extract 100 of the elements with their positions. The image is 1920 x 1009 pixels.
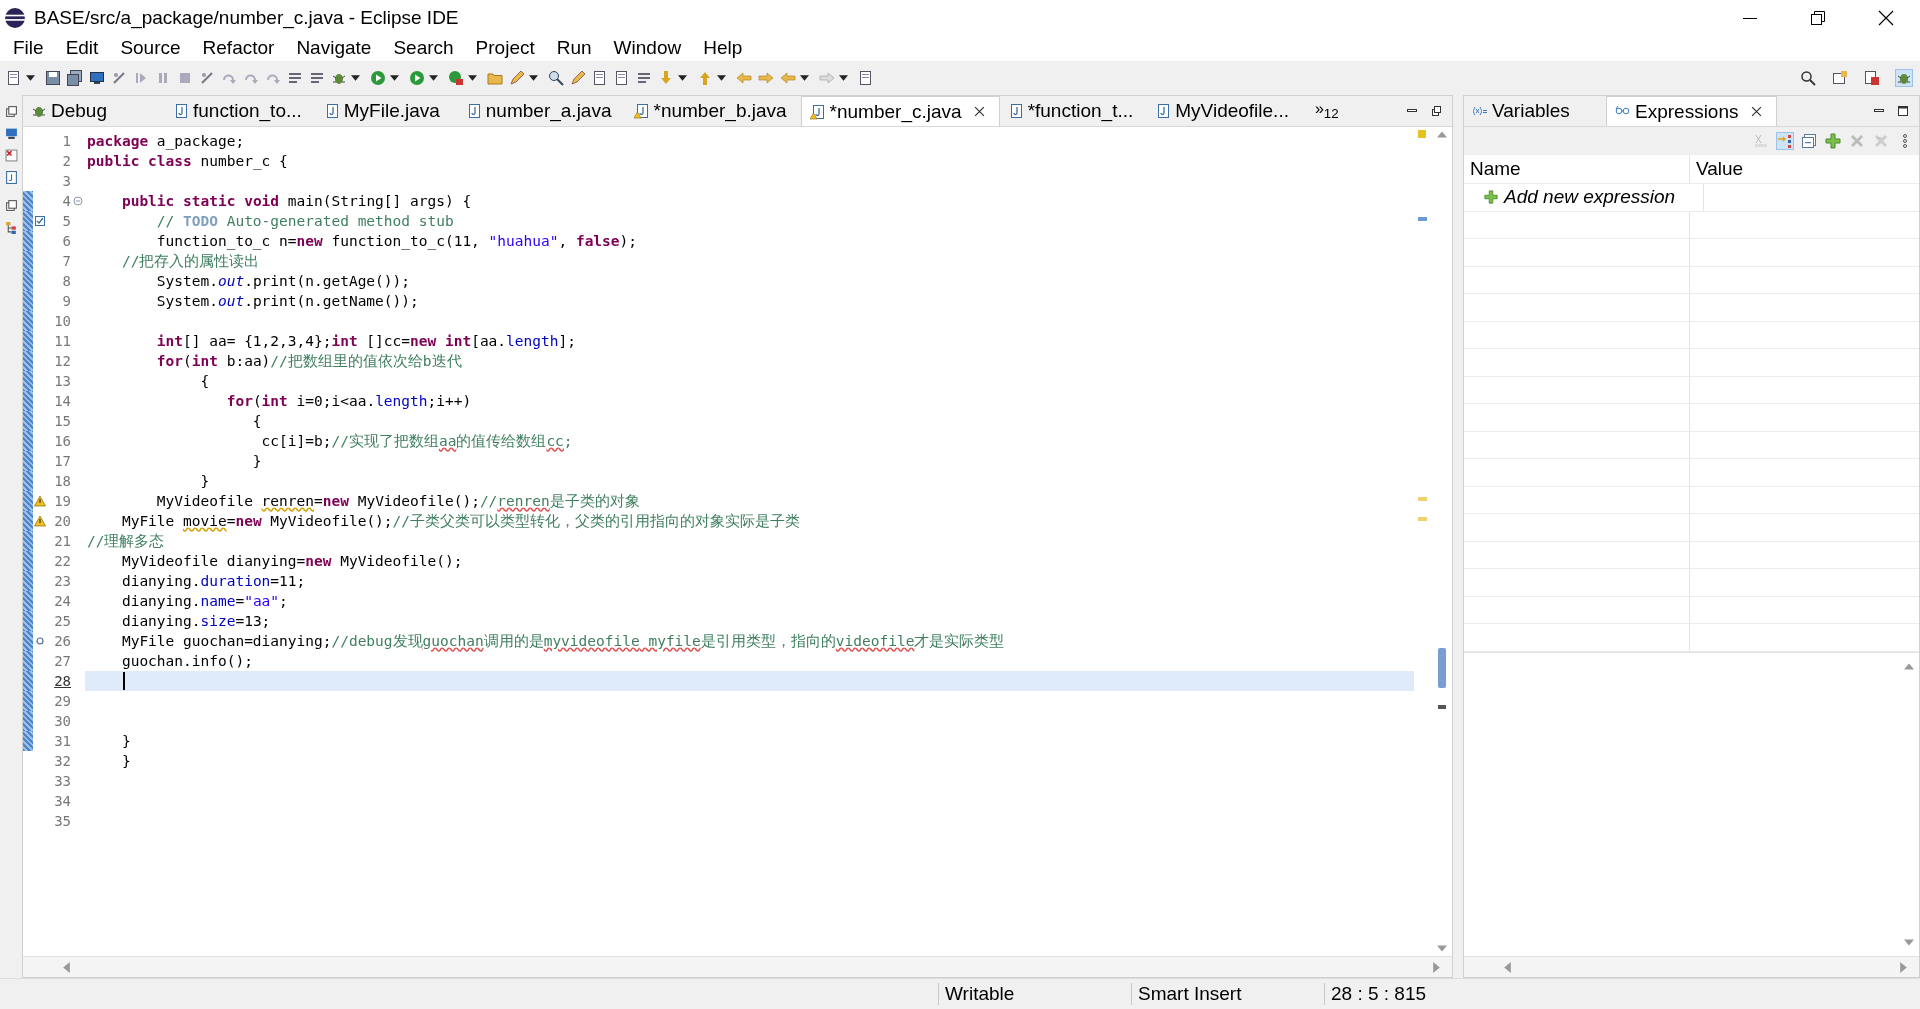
code-line: dianying.size=13; — [120, 612, 271, 631]
menu-item[interactable]: Project — [464, 37, 546, 59]
scrollbar-thumb[interactable] — [1438, 648, 1446, 688]
editor-tab[interactable]: Debug — [23, 96, 165, 126]
java-file-warning-icon — [809, 103, 826, 120]
view-tab[interactable]: Variables — [1464, 96, 1606, 126]
editor-tab[interactable]: *number_c.java — [800, 96, 1000, 126]
code-line: } — [120, 732, 131, 751]
line-number: 12 — [53, 353, 71, 369]
breakpoints-icon[interactable] — [4, 149, 18, 162]
menu-item[interactable]: Source — [109, 37, 192, 59]
warning-marker[interactable] — [1418, 130, 1426, 138]
monitor-icon[interactable] — [89, 70, 105, 86]
open-perspective-icon[interactable] — [1832, 70, 1848, 86]
scroll-up-icon[interactable] — [1437, 131, 1447, 138]
menu-item[interactable]: Edit — [54, 37, 110, 59]
occurrence-marker[interactable] — [1418, 517, 1427, 521]
scroll-right-icon[interactable] — [1433, 961, 1440, 973]
caret-icon[interactable] — [800, 75, 809, 81]
code-line: dianying.name="aa"; — [120, 592, 288, 611]
scroll-left-icon[interactable] — [63, 961, 70, 973]
debug-perspective-icon[interactable] — [1896, 70, 1912, 86]
menu-item[interactable]: Run — [545, 37, 603, 59]
code-line: { — [251, 412, 262, 431]
menu-item[interactable]: Window — [602, 37, 693, 59]
collapse-all-icon[interactable] — [1801, 133, 1817, 149]
editor-tab[interactable]: MyVideofile... — [1147, 96, 1303, 126]
editor-tab[interactable]: *number_b.java — [625, 96, 801, 126]
editor-tab[interactable]: *function_t... — [999, 96, 1148, 126]
editor-tab[interactable]: number_a.java — [457, 96, 626, 126]
task-marker[interactable] — [1418, 217, 1427, 221]
scroll-left-icon[interactable] — [1504, 961, 1511, 973]
line-number: 25 — [53, 613, 71, 629]
line-number: 22 — [53, 553, 71, 569]
coverage-icon[interactable] — [409, 70, 425, 86]
view-tab[interactable]: Expressions — [1606, 96, 1777, 126]
restore-icon[interactable] — [4, 199, 18, 212]
hierarchy-icon[interactable] — [4, 221, 18, 234]
add-expression-row[interactable]: Add new expression — [1464, 184, 1704, 211]
caret-icon[interactable] — [429, 75, 438, 81]
editor-tab[interactable]: function_to... — [165, 96, 316, 126]
column-header[interactable]: Name — [1464, 155, 1690, 183]
close-icon[interactable] — [973, 106, 985, 117]
line-number: 16 — [53, 433, 71, 449]
code-line: //理解多态 — [87, 532, 165, 551]
line-number: 29 — [53, 693, 71, 709]
java-file-icon[interactable] — [4, 171, 18, 184]
close-icon[interactable] — [1750, 106, 1762, 117]
line-number: 26 — [53, 633, 71, 649]
scroll-right-icon[interactable] — [1900, 961, 1907, 973]
caret-icon[interactable] — [468, 75, 477, 81]
java-perspective-icon[interactable] — [1864, 70, 1880, 86]
save-all-icon[interactable] — [67, 70, 83, 86]
code-line: MyFile guochan=dianying;//debug发现guochan调用的是myvideofile myfile是引用类型，指向的videofile才是实际类型 — [120, 632, 1005, 651]
maximize-icon[interactable] — [1897, 105, 1909, 117]
menu-item[interactable]: Help — [692, 37, 754, 59]
caret-icon[interactable] — [390, 75, 399, 81]
page-icon[interactable] — [614, 70, 630, 86]
editor-tab[interactable]: MyFile.java — [315, 96, 458, 126]
search-icon[interactable] — [1800, 70, 1816, 86]
close-icon[interactable] — [1878, 9, 1894, 26]
caret-icon[interactable] — [717, 75, 726, 81]
caret-icon[interactable] — [351, 75, 360, 81]
line-number: 8 — [61, 273, 71, 289]
menu-item[interactable]: Navigate — [285, 37, 383, 59]
caret-icon[interactable] — [678, 75, 687, 81]
caret-icon[interactable] — [529, 75, 538, 81]
column-header[interactable]: Value — [1690, 155, 1919, 183]
external-tool-icon[interactable] — [448, 70, 464, 86]
occurrence-marker[interactable] — [1418, 497, 1427, 501]
caret-icon[interactable] — [26, 75, 35, 81]
line-number: 20 — [53, 513, 71, 529]
maximize-icon[interactable] — [1430, 105, 1442, 117]
collapse-icon[interactable] — [73, 196, 83, 206]
scroll-down-icon[interactable] — [1904, 939, 1914, 946]
breakpoint-icon — [34, 635, 46, 647]
code-line: function_to_c n=new function_to_c(11, "huahua", false); — [155, 232, 638, 251]
tab-overflow[interactable]: »$_{12}$ — [1314, 100, 1339, 122]
line-number: 24 — [53, 593, 71, 609]
pencil-icon[interactable] — [509, 70, 525, 86]
add-icon — [1484, 190, 1498, 205]
collapse-tree-icon[interactable] — [1777, 133, 1793, 149]
monitor-icon[interactable] — [4, 127, 18, 140]
menu-item[interactable]: Refactor — [191, 37, 286, 59]
save-icon[interactable] — [45, 70, 61, 86]
scroll-up-icon[interactable] — [1904, 662, 1914, 670]
restore-icon[interactable] — [4, 105, 18, 118]
code-line: public class number_c { — [87, 152, 288, 171]
run-icon[interactable] — [370, 70, 386, 86]
line-number: 6 — [61, 233, 71, 249]
menu-item[interactable]: Search — [382, 37, 465, 59]
add-icon[interactable] — [1825, 133, 1841, 149]
code-line: System.out.print(n.getAge()); — [155, 272, 411, 291]
scroll-down-icon[interactable] — [1437, 945, 1447, 952]
restore-icon[interactable] — [1810, 9, 1826, 26]
code-line: package a_package; — [87, 132, 245, 151]
new-file-icon[interactable] — [6, 70, 22, 86]
caret-icon[interactable] — [839, 75, 848, 81]
folder-icon[interactable] — [487, 70, 503, 86]
menu-item[interactable]: File — [2, 37, 55, 59]
